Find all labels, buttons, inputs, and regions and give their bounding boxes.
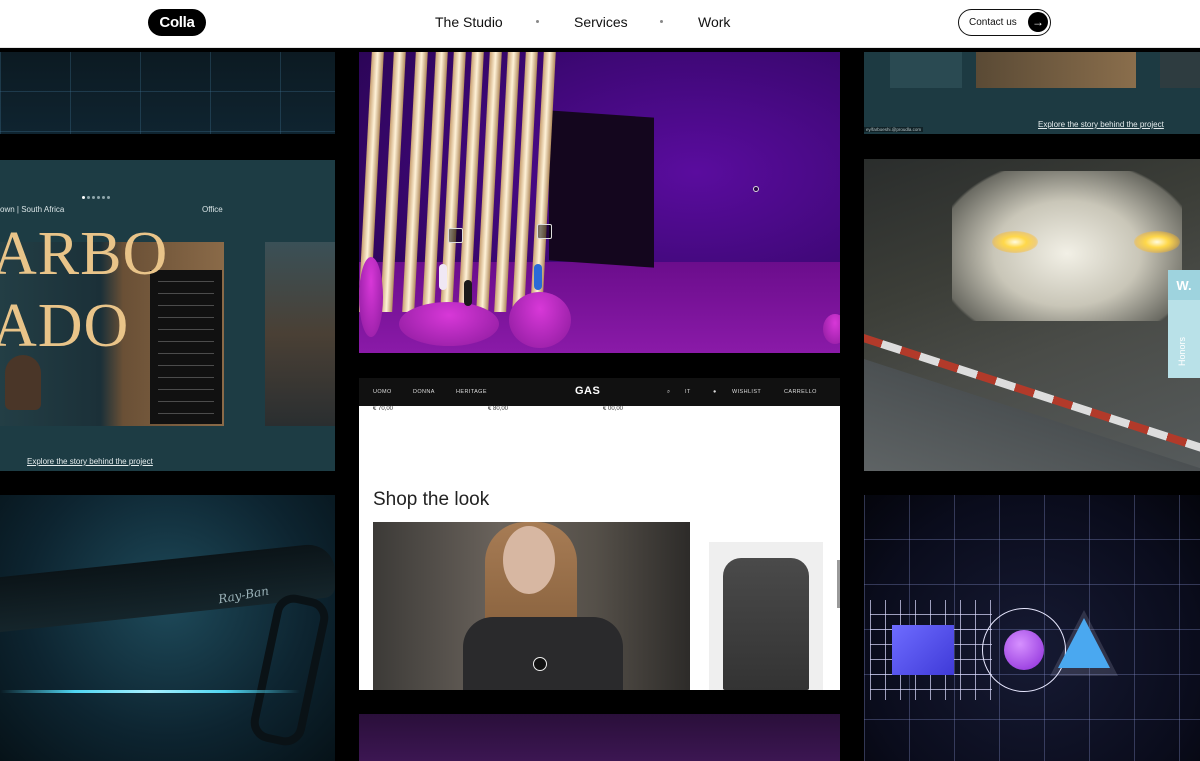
armchair-image	[5, 355, 41, 410]
office-display-title: ARBO ADO	[0, 220, 169, 360]
gas-site-navbar: UOMO DONNA HERITAGE GAS ⌕ IT ● WISHLIST …	[359, 378, 840, 406]
model-photo[interactable]	[373, 522, 690, 690]
earbud-product	[439, 264, 447, 290]
gas-nav-donna[interactable]: DONNA	[413, 389, 435, 395]
wireframe-grid	[0, 52, 335, 134]
pyramid-shape	[1058, 618, 1110, 668]
explore-project-link[interactable]: Explore the story behind the project	[27, 457, 153, 466]
coat-image	[723, 558, 809, 690]
office-exterior-image	[265, 242, 335, 426]
project-tile-gas-ecommerce[interactable]: UOMO DONNA HERITAGE GAS ⌕ IT ● WISHLIST …	[359, 378, 840, 690]
interior-thumbnail	[890, 52, 962, 88]
user-icon[interactable]: ●	[713, 389, 717, 395]
awwwards-w-icon: W.	[1168, 270, 1200, 300]
gas-logo[interactable]: GAS	[575, 385, 600, 397]
office-location: own | South Africa	[0, 205, 65, 214]
office-label: Office	[202, 205, 223, 214]
project-tile-grid-scene[interactable]	[0, 52, 335, 134]
gas-nav-language[interactable]: IT	[685, 389, 691, 395]
project-tile-purple-bottom[interactable]	[359, 714, 840, 761]
earbud-product	[534, 264, 542, 290]
product-price: € 00,00	[603, 406, 624, 412]
product-price: € 80,00	[488, 406, 509, 412]
gas-nav-cart[interactable]: CARRELLO	[784, 389, 817, 395]
light-streak	[0, 690, 300, 693]
project-tile-interiors[interactable]: ey/farboeshi.@proudla.com Explore the st…	[864, 52, 1200, 134]
photo-credit: ey/farboeshi.@proudla.com	[864, 127, 924, 132]
explore-project-link[interactable]: Explore the story behind the project	[1038, 120, 1164, 129]
contact-us-label: Contact us	[969, 17, 1017, 28]
honors-badge[interactable]: W. Honors	[1168, 270, 1200, 378]
sphere-prop	[823, 314, 840, 344]
pedestal	[399, 302, 499, 346]
headlight-glow	[1134, 231, 1180, 253]
shop-hotspot-icon[interactable]	[533, 657, 547, 671]
interior-thumbnail	[976, 52, 1136, 88]
hotspot-icon[interactable]	[448, 228, 463, 243]
honors-label: Honors	[1177, 336, 1187, 366]
pedestal	[509, 292, 571, 348]
cube-shape	[892, 625, 954, 675]
site-header: Colla The Studio Services Work Contact u…	[0, 0, 1200, 48]
gas-nav-heritage[interactable]: HERITAGE	[456, 389, 487, 395]
product-price: € 70,00	[373, 406, 394, 412]
shop-the-look-heading: Shop the look	[373, 489, 490, 510]
project-tile-purple-room[interactable]	[359, 52, 840, 353]
project-tile-office[interactable]: own | South Africa Office ARBO ADO Explo…	[0, 160, 335, 471]
hotspot-icon[interactable]	[753, 186, 759, 192]
nav-work[interactable]: Work	[698, 14, 730, 30]
contact-us-button[interactable]: Contact us →	[958, 9, 1051, 36]
nav-separator-dot	[536, 20, 539, 23]
search-icon[interactable]: ⌕	[667, 389, 670, 396]
race-track	[864, 359, 1200, 471]
nav-services[interactable]: Services	[574, 14, 628, 30]
earbud-product	[464, 280, 472, 306]
headlight-glow	[992, 231, 1038, 253]
arrow-right-icon: →	[1028, 12, 1048, 32]
slider-dots[interactable]	[82, 196, 110, 199]
dark-wall-block	[549, 110, 654, 268]
project-tile-racing-car[interactable]	[864, 159, 1200, 471]
pedestal	[359, 257, 383, 337]
colla-logo[interactable]: Colla	[148, 9, 206, 36]
nav-the-studio[interactable]: The Studio	[435, 14, 503, 30]
interior-thumbnail	[1160, 52, 1200, 88]
sphere-shape	[1004, 630, 1044, 670]
carousel-next-card[interactable]	[837, 560, 840, 608]
gas-nav-wishlist[interactable]: WISHLIST	[732, 389, 761, 395]
product-card-coat[interactable]	[709, 542, 823, 690]
nav-separator-dot	[660, 20, 663, 23]
hotspot-icon[interactable]	[537, 224, 552, 239]
gas-nav-uomo[interactable]: UOMO	[373, 389, 392, 395]
